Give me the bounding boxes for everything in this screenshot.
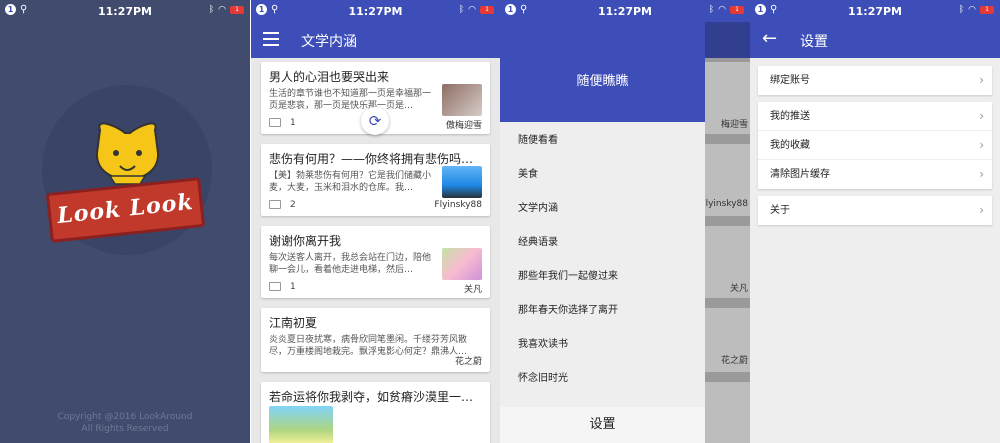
drawer-scrim[interactable]: 梅迎雪 Flyinsky88 关凡 花之蔚 bbox=[700, 22, 750, 443]
article-card[interactable]: 谢谢你离开我 每次送客人离开，我总会站在门边，陪他聊一会儿，看着他走进电梯，然后… bbox=[261, 226, 490, 298]
article-title: 悲伤有何用？——你终将拥有悲伤吗… bbox=[269, 152, 474, 166]
wifi-icon: ◠ bbox=[718, 5, 726, 15]
image-count-icon bbox=[269, 282, 281, 291]
settings-item-label: 我的推送 bbox=[770, 111, 810, 122]
bluetooth-icon: ᛒ bbox=[208, 5, 215, 15]
settings-group: 关于 › bbox=[758, 196, 992, 225]
article-title: 谢谢你离开我 bbox=[269, 234, 342, 248]
card-peek: Flyinsky88 bbox=[700, 144, 750, 216]
drawer-item[interactable]: 那年春天你选择了离开 bbox=[500, 294, 705, 328]
article-thumbnail bbox=[269, 406, 333, 443]
navigation-drawer: 随便瞧瞧 随便看看 美食 文学内涵 经典语录 那些年我们一起傻过来 那年春天你选… bbox=[500, 22, 705, 443]
drawer-title: 随便瞧瞧 bbox=[576, 74, 629, 89]
article-thumbnail bbox=[442, 84, 482, 116]
bluetooth-icon: ᛒ bbox=[708, 5, 715, 15]
refresh-icon[interactable]: ⟳ bbox=[361, 107, 389, 135]
battery-icon: 1 bbox=[730, 6, 744, 14]
settings-screen: 1 ⚲ 11:27PM ᛒ ◠ 1 ← 设置 绑定账号 › 我的推送 › 我的收藏 › 清除… bbox=[750, 0, 1000, 443]
article-summary: 每次送客人离开，我总会站在门边，陪他聊一会儿，看着他走进电梯，然后… bbox=[269, 253, 432, 275]
status-bar: 1 ⚲ 11:27PM ᛒ ◠ 1 bbox=[500, 0, 750, 22]
drawer-settings-button[interactable]: 设置 bbox=[500, 407, 705, 443]
drawer-item[interactable]: 美食 bbox=[500, 158, 705, 192]
article-thumbnail bbox=[442, 248, 482, 280]
page-title: 文学内涵 bbox=[301, 34, 357, 50]
settings-item-clear-cache[interactable]: 清除图片缓存 › bbox=[758, 160, 992, 189]
card-peek-author: 花之蔚 bbox=[720, 356, 748, 366]
logo-text: Look Look bbox=[56, 188, 195, 230]
image-count: 1 bbox=[290, 282, 296, 292]
article-title: 江南初夏 bbox=[269, 316, 318, 330]
settings-item-bind-account[interactable]: 绑定账号 › bbox=[758, 66, 992, 95]
settings-item-label: 我的收藏 bbox=[770, 140, 810, 151]
feed-screen: 1 ⚲ 11:27PM ᛒ ◠ 1 文学内涵 男人的心泪也要哭出来 生活的章节谁也不知… bbox=[251, 0, 500, 443]
settings-item-about[interactable]: 关于 › bbox=[758, 196, 992, 225]
copyright-line: Copyright @2016 LookAround bbox=[57, 412, 193, 422]
image-count: 1 bbox=[290, 118, 296, 128]
article-summary: 【美】勃莱悲伤有何用？它是我们储藏小麦，大麦，玉米和泪水的仓库。我… bbox=[269, 171, 432, 193]
bluetooth-icon: ᛒ bbox=[458, 5, 465, 15]
card-peek-author: 梅迎雪 bbox=[720, 120, 748, 130]
rights-line: All Rights Reserved bbox=[81, 424, 169, 434]
article-title: 若命运将你我剥夺，如贫瘠沙漠里一… bbox=[269, 390, 474, 404]
settings-item-favorites[interactable]: 我的收藏 › bbox=[758, 131, 992, 160]
article-author: 花之蔚 bbox=[454, 357, 482, 367]
battery-icon: 1 bbox=[980, 6, 994, 14]
card-peek: 花之蔚 bbox=[705, 308, 750, 372]
article-title: 男人的心泪也要哭出来 bbox=[269, 70, 390, 84]
article-summary: 炎炎夏日夜扰寒，病骨欣同笔墨闲。千缕芬芳风散尽，万重楼阁地栽完。飘浮鬼影心何定？… bbox=[269, 335, 468, 357]
article-author: 关凡 bbox=[463, 285, 482, 295]
chevron-right-icon: › bbox=[979, 203, 984, 217]
drawer-item[interactable]: 怀念旧时光 bbox=[500, 362, 705, 396]
image-count: 2 bbox=[290, 200, 296, 210]
app-bar: ← 设置 bbox=[750, 22, 1000, 58]
battery-icon: 1 bbox=[480, 6, 494, 14]
article-card[interactable]: 江南初夏 炎炎夏日夜扰寒，病骨欣同笔墨闲。千缕芬芳风散尽，万重楼阁地栽完。飘浮鬼… bbox=[261, 308, 490, 372]
settings-group: 绑定账号 › bbox=[758, 66, 992, 95]
settings-item-label: 绑定账号 bbox=[770, 75, 810, 86]
battery-icon: 1 bbox=[230, 6, 244, 14]
bluetooth-icon: ᛒ bbox=[958, 5, 965, 15]
wifi-icon: ◠ bbox=[218, 5, 226, 15]
settings-item-push[interactable]: 我的推送 › bbox=[758, 102, 992, 131]
app-bar: 文学内涵 bbox=[251, 22, 500, 58]
card-peek-author: Flyinsky88 bbox=[700, 199, 748, 209]
drawer-screen: 1 ⚲ 11:27PM ᛒ ◠ 1 梅迎雪 Flyinsky88 关凡 花之蔚 随便瞧… bbox=[500, 0, 750, 443]
wifi-icon: ◠ bbox=[468, 5, 476, 15]
chevron-right-icon: › bbox=[979, 73, 984, 87]
article-summary: 生活的章节谁也不知道那一页是幸福那一页是悲哀，那一页是快乐那一页是… bbox=[269, 89, 432, 111]
article-card[interactable]: 若命运将你我剥夺，如贫瘠沙漠里一… bbox=[261, 382, 490, 443]
card-peek-author: 关凡 bbox=[729, 284, 748, 294]
drawer-item[interactable]: 我喜欢读书 bbox=[500, 328, 705, 362]
card-peek: 关凡 bbox=[705, 226, 750, 298]
menu-icon[interactable] bbox=[263, 32, 279, 46]
drawer-item[interactable]: 那些年我们一起傻过来 bbox=[500, 260, 705, 294]
article-author: 傲梅迎雪 bbox=[445, 121, 482, 131]
status-bar: 1 ⚲ 11:27PM ᛒ ◠ 1 bbox=[251, 0, 500, 22]
app-bar-peek bbox=[705, 22, 750, 58]
back-arrow-icon[interactable]: ← bbox=[762, 28, 777, 49]
settings-group: 我的推送 › 我的收藏 › 清除图片缓存 › bbox=[758, 102, 992, 189]
chevron-right-icon: › bbox=[979, 167, 984, 181]
status-bar: 1 ⚲ 11:27PM ᛒ ◠ 1 bbox=[0, 0, 250, 22]
copyright: Copyright @2016 LookAround All Rights Re… bbox=[0, 411, 250, 435]
card-peek bbox=[705, 382, 750, 443]
image-count-icon bbox=[269, 118, 281, 127]
chevron-right-icon: › bbox=[979, 109, 984, 123]
article-thumbnail bbox=[442, 166, 482, 198]
settings-item-label: 清除图片缓存 bbox=[770, 169, 830, 180]
drawer-item[interactable]: 随便看看 bbox=[500, 124, 705, 158]
article-author: Flyinsky88 bbox=[434, 200, 482, 210]
chevron-right-icon: › bbox=[979, 138, 984, 152]
settings-item-label: 关于 bbox=[770, 205, 790, 216]
article-card[interactable]: 悲伤有何用？——你终将拥有悲伤吗… 【美】勃莱悲伤有何用？它是我们储藏小麦，大麦… bbox=[261, 144, 490, 216]
status-bar: 1 ⚲ 11:27PM ᛒ ◠ 1 bbox=[750, 0, 1000, 22]
wifi-icon: ◠ bbox=[968, 5, 976, 15]
image-count-icon bbox=[269, 200, 281, 209]
drawer-item[interactable]: 文学内涵 bbox=[500, 192, 705, 226]
page-title: 设置 bbox=[800, 34, 828, 50]
splash-screen: 1 ⚲ 11:27PM ᛒ ◠ 1 Look Look Copyright @2016… bbox=[0, 0, 250, 443]
card-peek: 梅迎雪 bbox=[705, 62, 750, 134]
drawer-item[interactable]: 经典语录 bbox=[500, 226, 705, 260]
drawer-header: 随便瞧瞧 bbox=[500, 22, 705, 122]
